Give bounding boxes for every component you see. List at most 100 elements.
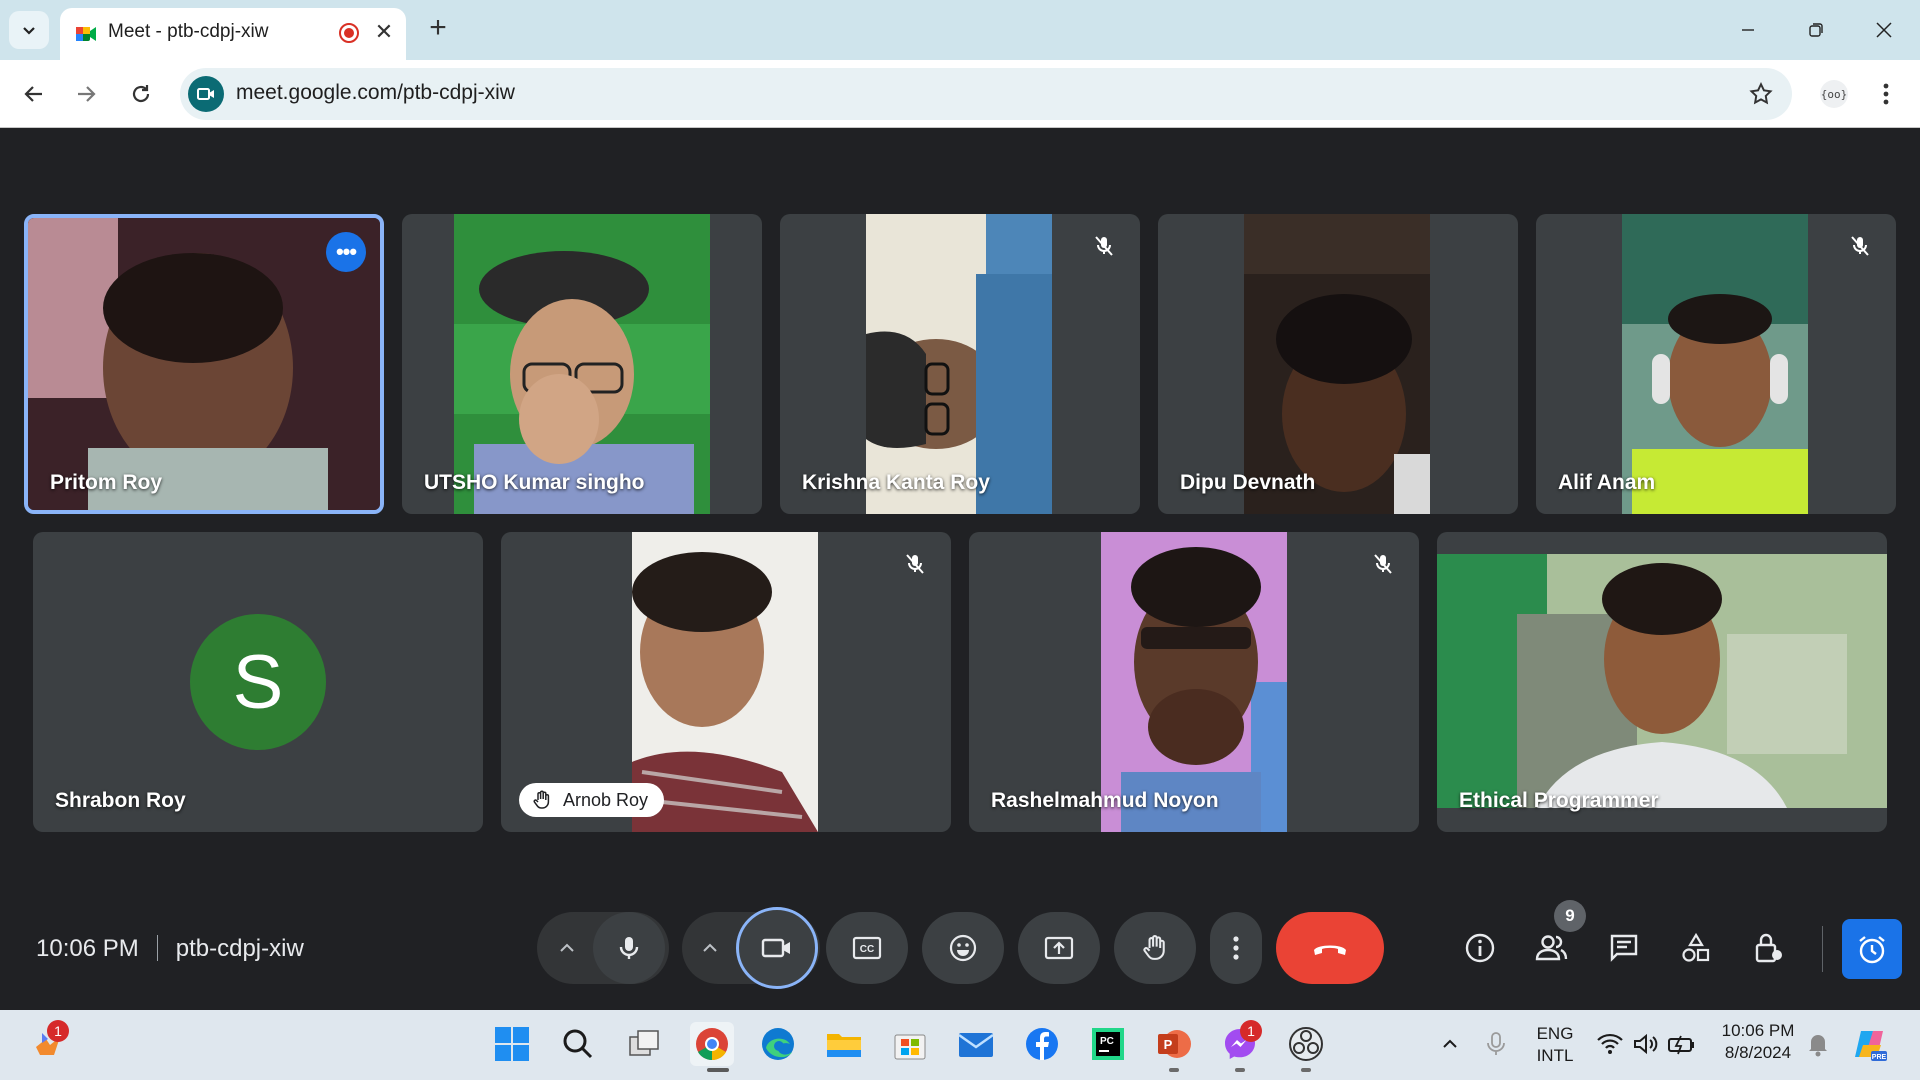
- participant-video: [866, 214, 1052, 514]
- mic-off-indicator: [1365, 546, 1401, 582]
- present-screen-button[interactable]: [1018, 912, 1100, 984]
- mic-off-indicator: [1086, 228, 1122, 264]
- start-button[interactable]: [490, 1022, 534, 1066]
- keyboard-layout: INTL: [1536, 1046, 1574, 1065]
- mic-off-icon: [1851, 236, 1869, 256]
- powerpoint-button[interactable]: P: [1152, 1022, 1196, 1066]
- obs-button[interactable]: [1284, 1022, 1328, 1066]
- microphone-icon: [1487, 1032, 1505, 1055]
- minimize-button[interactable]: [1726, 10, 1770, 50]
- participant-tile[interactable]: Rashelmahmud Noyon: [969, 532, 1419, 832]
- audio-settings-button[interactable]: [541, 938, 593, 958]
- tab-search-button[interactable]: [9, 11, 49, 49]
- quick-settings-button[interactable]: [1588, 1022, 1704, 1066]
- participant-name: Alif Anam: [1558, 471, 1656, 494]
- captions-button[interactable]: CC: [826, 912, 908, 984]
- search-icon: [563, 1029, 593, 1059]
- language-code: ENG: [1536, 1024, 1574, 1043]
- pycharm-icon: PC: [1092, 1028, 1124, 1060]
- meeting-details-button[interactable]: [1460, 928, 1500, 968]
- participant-tile[interactable]: Arnob Roy: [501, 532, 951, 832]
- info-icon: [1465, 933, 1495, 963]
- raised-hand-icon: [1143, 935, 1165, 960]
- closed-captions-icon: CC: [852, 936, 882, 960]
- microphone-tray-button[interactable]: [1474, 1022, 1518, 1066]
- end-call-icon: [1314, 945, 1346, 955]
- participant-video: [1622, 214, 1808, 514]
- star-icon[interactable]: [1748, 81, 1774, 107]
- volume-icon: [1634, 1033, 1658, 1055]
- mic-off-indicator: [897, 546, 933, 582]
- forward-button[interactable]: [66, 74, 106, 114]
- folder-icon: [827, 1034, 861, 1057]
- edge-icon: [762, 1028, 794, 1060]
- reload-button[interactable]: [121, 74, 161, 114]
- facebook-button[interactable]: [1020, 1022, 1064, 1066]
- people-button[interactable]: [1532, 928, 1572, 968]
- restore-button[interactable]: [1794, 10, 1838, 50]
- facebook-icon: [1026, 1028, 1058, 1060]
- clock[interactable]: 10:06 PM 8/8/2024: [1708, 1020, 1808, 1064]
- notifications-button[interactable]: [1796, 1022, 1840, 1066]
- obs-icon: [1289, 1027, 1323, 1061]
- arrow-left-icon: [24, 86, 42, 102]
- more-options-button[interactable]: [1210, 912, 1262, 984]
- svg-text:CC: CC: [860, 944, 874, 955]
- raise-hand-button[interactable]: [1114, 912, 1196, 984]
- copilot-button[interactable]: PRE: [1848, 1022, 1892, 1066]
- participant-name: Dipu Devnath: [1180, 471, 1316, 494]
- participant-video: [632, 532, 818, 832]
- video-settings-button[interactable]: [684, 938, 736, 958]
- participant-tile[interactable]: ••• Pritom Roy: [24, 214, 384, 514]
- participant-tile[interactable]: Dipu Devnath: [1158, 214, 1518, 514]
- video-camera-icon: [761, 938, 790, 958]
- activities-button[interactable]: [1676, 928, 1716, 968]
- back-button[interactable]: [14, 74, 54, 114]
- mic-off-indicator: [1842, 228, 1878, 264]
- svg-text:P: P: [1164, 1037, 1173, 1052]
- task-view-button[interactable]: [622, 1022, 666, 1066]
- more-options-button[interactable]: •••: [326, 232, 366, 272]
- store-button[interactable]: [888, 1022, 932, 1066]
- reload-icon: [132, 85, 150, 103]
- google-meet-icon: [76, 27, 96, 41]
- pycharm-button[interactable]: PC: [1086, 1022, 1130, 1066]
- chrome-taskbar-button[interactable]: [690, 1022, 734, 1066]
- address-bar[interactable]: meet.google.com/ptb-cdpj-xiw: [180, 68, 1792, 120]
- copilot-icon: PRE: [1855, 1031, 1887, 1061]
- browser-toolbar: meet.google.com/ptb-cdpj-xiw {oo}: [0, 60, 1920, 128]
- present-icon: [1044, 936, 1074, 960]
- people-icon: [1535, 935, 1568, 961]
- participant-tile[interactable]: S Shrabon Roy: [33, 532, 483, 832]
- participant-tile[interactable]: Ethical Programmer: [1437, 532, 1887, 832]
- battery-charging-icon: [1668, 1035, 1694, 1055]
- timer-button[interactable]: [1842, 919, 1902, 979]
- search-button[interactable]: [556, 1022, 600, 1066]
- file-explorer-button[interactable]: [822, 1022, 866, 1066]
- chat-button[interactable]: [1604, 928, 1644, 968]
- minimize-icon: [1742, 29, 1754, 31]
- leave-call-button[interactable]: [1276, 912, 1384, 984]
- mail-button[interactable]: [954, 1022, 998, 1066]
- reactions-button[interactable]: [922, 912, 1004, 984]
- participant-name: Rashelmahmud Noyon: [991, 789, 1219, 812]
- close-tab-icon[interactable]: ✕: [372, 20, 396, 44]
- site-info-button[interactable]: [188, 76, 224, 112]
- browser-tab-meet[interactable]: Meet - ptb-cdpj-xiw ✕: [60, 8, 406, 60]
- clock-date: 8/8/2024: [1724, 1043, 1792, 1062]
- close-icon: [1876, 22, 1892, 38]
- camera-button[interactable]: [736, 907, 818, 989]
- show-hidden-icons-button[interactable]: [1428, 1022, 1472, 1066]
- microphone-button[interactable]: [593, 912, 665, 984]
- participant-tile[interactable]: Alif Anam: [1536, 214, 1896, 514]
- participant-name: UTSHO Kumar singho: [424, 471, 645, 494]
- new-tab-button[interactable]: +: [424, 13, 452, 43]
- participant-tile[interactable]: UTSHO Kumar singho: [402, 214, 762, 514]
- extension-icon[interactable]: {oo}: [1818, 78, 1850, 110]
- close-window-button[interactable]: [1862, 10, 1906, 50]
- participant-tile[interactable]: Krishna Kanta Roy: [780, 214, 1140, 514]
- browser-menu-icon[interactable]: [1872, 78, 1900, 110]
- edge-taskbar-button[interactable]: [756, 1022, 800, 1066]
- host-controls-button[interactable]: [1748, 928, 1788, 968]
- language-indicator[interactable]: ENG INTL: [1530, 1023, 1580, 1067]
